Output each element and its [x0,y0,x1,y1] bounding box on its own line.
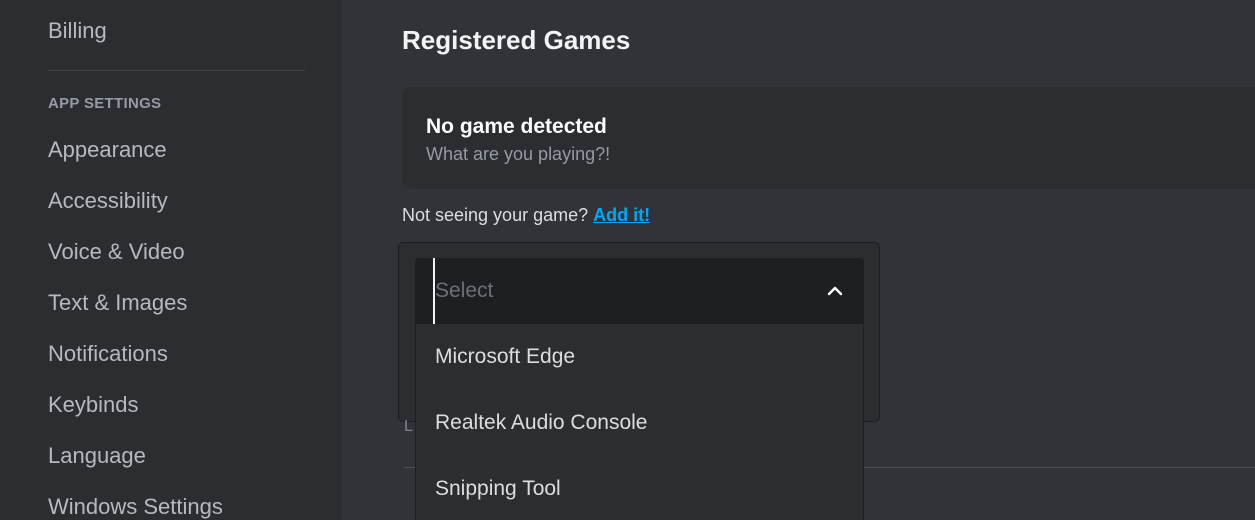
sidebar-item-keybinds[interactable]: Keybinds [48,392,139,418]
no-game-title: No game detected [426,115,607,138]
now-playing-card: No game detected What are you playing?! [402,87,1255,189]
select-option-snipping-tool[interactable]: Snipping Tool [416,456,863,520]
settings-sidebar: Billing APP SETTINGS Appearance Accessib… [0,0,342,520]
page-title: Registered Games [402,25,631,55]
game-select[interactable] [415,258,864,324]
registered-games-panel: Registered Games No game detected What a… [342,0,1255,520]
chevron-up-icon[interactable] [826,282,844,300]
sidebar-item-text-images[interactable]: Text & Images [48,290,187,316]
add-game-prompt: Not seeing your game? Add it! [402,205,650,226]
select-option-microsoft-edge[interactable]: Microsoft Edge [416,324,863,390]
sidebar-item-language[interactable]: Language [48,443,146,469]
sidebar-item-notifications[interactable]: Notifications [48,341,168,367]
sidebar-section-header-app-settings: APP SETTINGS [48,95,162,112]
sidebar-divider [48,70,305,71]
add-it-link[interactable]: Add it! [593,205,650,225]
sidebar-item-appearance[interactable]: Appearance [48,137,167,163]
sidebar-item-billing[interactable]: Billing [48,18,107,44]
game-select-input[interactable] [433,258,813,324]
game-select-options: Microsoft Edge Realtek Audio Console Sni… [415,324,864,520]
obscured-label: L [404,418,413,435]
no-game-subtitle: What are you playing?! [426,144,611,164]
sidebar-item-windows-settings[interactable]: Windows Settings [48,494,223,520]
sidebar-item-accessibility[interactable]: Accessibility [48,188,168,214]
settings-window: Billing APP SETTINGS Appearance Accessib… [0,0,1255,520]
select-option-realtek-audio-console[interactable]: Realtek Audio Console [416,390,863,456]
add-game-prompt-text: Not seeing your game? [402,205,594,225]
sidebar-item-voice-video[interactable]: Voice & Video [48,239,185,265]
